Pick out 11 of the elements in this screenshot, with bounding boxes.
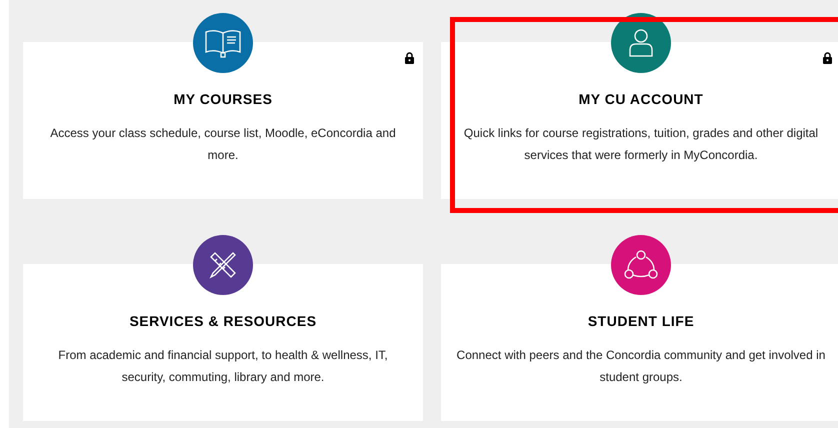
card-description: Connect with peers and the Concordia community and get involved in student groups. [456, 347, 826, 386]
card-description: From academic and financial support, to health & wellness, IT, security, commuting, library and more. [57, 347, 389, 386]
network-icon [624, 250, 658, 280]
card-description: Quick links for course registrations, tuition, grades and other digital services that were formerly in MyConcordia. [462, 125, 820, 164]
card-description: Access your class schedule, course list, Moodle, eConcordia and more. [49, 125, 397, 164]
card-title[interactable]: STUDENT LIFE [588, 311, 694, 332]
card-title[interactable]: MY CU ACCOUNT [578, 89, 704, 110]
person-icon [628, 28, 654, 58]
card-title[interactable]: SERVICES & RESOURCES [129, 311, 317, 332]
card-title[interactable]: MY COURSES [174, 89, 272, 110]
book-icon [204, 28, 242, 58]
